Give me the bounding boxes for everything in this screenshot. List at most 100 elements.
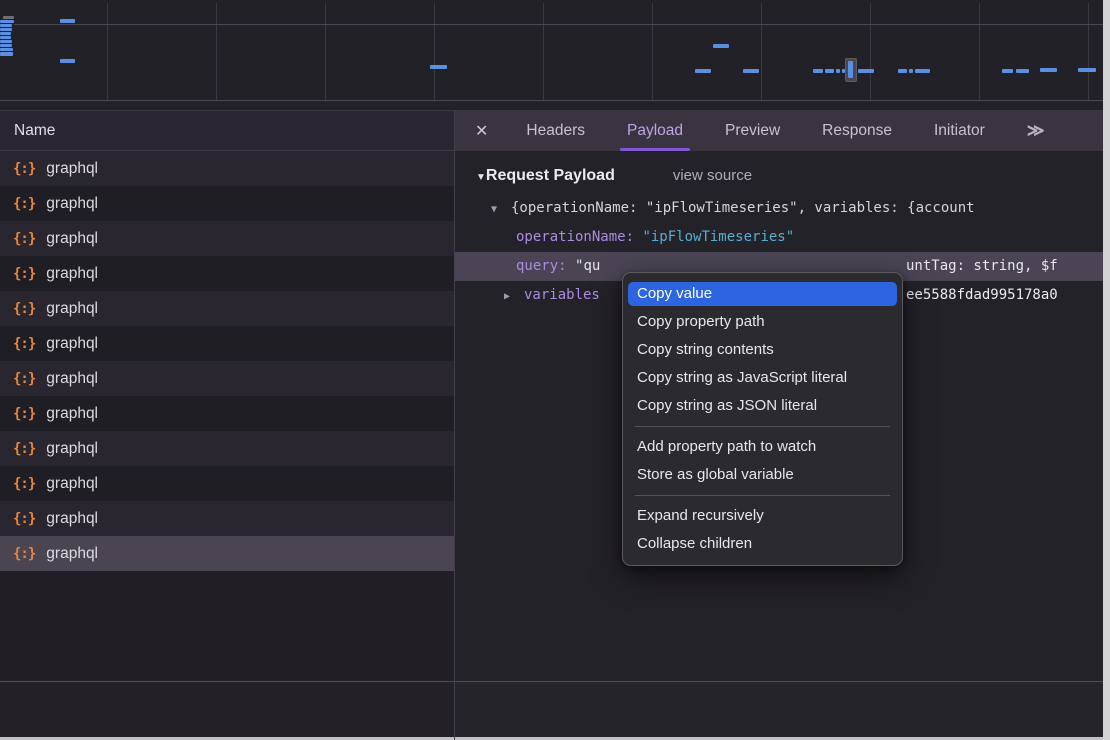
menu-item-collapse-children[interactable]: Collapse children — [623, 530, 902, 558]
request-name: graphql — [46, 230, 98, 248]
json-file-icon: {:} — [13, 371, 35, 387]
json-file-icon: {:} — [13, 301, 35, 317]
request-name: graphql — [46, 440, 98, 458]
timeline-request-bar — [1078, 68, 1096, 72]
property-value-start: "qu — [575, 258, 600, 274]
menu-item-copy-string-as-json-literal[interactable]: Copy string as JSON literal — [623, 392, 902, 420]
network-overview-timeline[interactable] — [0, 0, 1103, 110]
request-row[interactable]: {:}graphql — [0, 151, 454, 186]
tab-payload[interactable]: Payload — [627, 110, 683, 151]
expand-triangle-icon[interactable]: ▶ — [504, 282, 515, 311]
menu-item-copy-string-contents[interactable]: Copy string contents — [623, 336, 902, 364]
json-file-icon: {:} — [13, 336, 35, 352]
request-row[interactable]: {:}graphql — [0, 291, 454, 326]
timeline-request-bar — [1002, 69, 1013, 73]
json-file-icon: {:} — [13, 441, 35, 457]
menu-item-expand-recursively[interactable]: Expand recursively — [623, 502, 902, 530]
timeline-request-bar — [60, 19, 75, 23]
timeline-request-bar — [0, 52, 13, 56]
timeline-request-bar — [0, 20, 14, 23]
timeline-request-bar — [0, 28, 12, 31]
timeline-request-bar — [0, 36, 11, 39]
timeline-request-bar — [713, 44, 729, 48]
tab-response[interactable]: Response — [822, 110, 892, 151]
timeline-request-bar — [0, 44, 12, 47]
menu-separator — [635, 495, 890, 496]
request-name: graphql — [46, 160, 98, 178]
timeline-gridline — [761, 3, 762, 100]
json-file-icon: {:} — [13, 266, 35, 282]
collapse-triangle-icon: ▼ — [476, 172, 486, 183]
timeline-gridline — [1088, 3, 1089, 100]
property-key: query: — [516, 258, 575, 274]
timeline-request-bar — [430, 65, 447, 69]
close-icon[interactable]: ✕ — [475, 121, 488, 141]
menu-item-copy-value[interactable]: Copy value — [628, 282, 897, 306]
view-source-link[interactable]: view source — [673, 167, 752, 184]
tab-initiator[interactable]: Initiator — [934, 110, 985, 151]
timeline-request-bar — [695, 69, 711, 73]
timeline-request-bar — [743, 69, 759, 73]
name-column-header[interactable]: Name — [0, 110, 454, 151]
timeline-request-bar — [1040, 68, 1057, 72]
request-payload-header[interactable]: ▼ Request Payload view source — [476, 167, 1103, 185]
timeline-gridline — [14, 24, 1103, 25]
context-menu: Copy valueCopy property pathCopy string … — [622, 272, 903, 566]
timeline-request-bar — [825, 69, 834, 73]
request-name: graphql — [46, 195, 98, 213]
request-name: graphql — [46, 475, 98, 493]
request-name: graphql — [46, 370, 98, 388]
timeline-gridline — [107, 3, 108, 100]
request-row[interactable]: {:} graphql — [0, 396, 454, 431]
request-row[interactable]: {:} graphql — [0, 326, 454, 361]
tab-headers[interactable]: Headers — [526, 110, 585, 151]
window-right-edge[interactable] — [1103, 0, 1110, 740]
operation-name-row[interactable]: operationName: "ipFlowTimeseries" — [455, 223, 1103, 252]
timeline-request-bar — [915, 69, 930, 73]
more-tabs-icon[interactable]: ≫ — [1027, 121, 1045, 141]
request-row[interactable]: {:}graphql — [0, 536, 454, 571]
request-row[interactable]: {:} graphql — [0, 466, 454, 501]
request-row[interactable]: {:}graphql — [0, 501, 454, 536]
request-row[interactable]: {:} graphql — [0, 361, 454, 396]
details-tab-bar: ✕ Headers Payload Preview Response Initiator… — [455, 110, 1103, 151]
devtools-window: Name {:}graphql{:}graphql{:}graphql{:}gr… — [0, 0, 1110, 740]
menu-item-copy-property-path[interactable]: Copy property path — [623, 308, 902, 336]
timeline-gridline — [543, 3, 544, 100]
timeline-request-bar — [0, 48, 13, 51]
request-row[interactable]: {:} graphql — [0, 256, 454, 291]
menu-item-copy-string-as-javascript-literal[interactable]: Copy string as JavaScript literal — [623, 364, 902, 392]
request-row[interactable]: {:} graphql — [0, 186, 454, 221]
json-file-icon: {:} — [13, 476, 35, 492]
request-row[interactable]: {:} graphql — [0, 431, 454, 466]
menu-item-add-property-path-to-watch[interactable]: Add property path to watch — [623, 433, 902, 461]
timeline-request-bar — [3, 16, 14, 19]
menu-item-store-as-global-variable[interactable]: Store as global variable — [623, 461, 902, 489]
section-title: Request Payload — [486, 167, 615, 185]
timeline-request-bar — [0, 40, 12, 43]
payload-root-row[interactable]: ▼ {operationName: "ipFlowTimeseries", var… — [455, 194, 1103, 223]
timeline-request-bar — [813, 69, 823, 73]
summary-bar-left — [0, 683, 454, 740]
timeline-gridline — [0, 100, 1103, 101]
request-name: graphql — [46, 335, 98, 353]
timeline-gridline — [325, 3, 326, 100]
request-name: graphql — [46, 265, 98, 283]
timeline-request-bar — [836, 69, 840, 73]
timeline-request-bar — [0, 24, 12, 27]
request-list: {:} graphql {:} graphql {:} graphql {:} graphql… — [0, 151, 454, 571]
tab-preview[interactable]: Preview — [725, 110, 780, 151]
property-value-end: untTag: string, $f — [906, 252, 1058, 281]
timeline-request-bar — [909, 69, 913, 73]
timeline-request-bar — [1016, 69, 1029, 73]
json-file-icon: {:} — [13, 546, 35, 562]
collapse-triangle-icon[interactable]: ▼ — [491, 195, 502, 224]
panel-divider[interactable] — [454, 110, 455, 740]
timeline-request-bar — [898, 69, 907, 73]
json-file-icon: {:} — [13, 406, 35, 422]
json-file-icon: {:} — [13, 231, 35, 247]
json-file-icon: {:} — [13, 196, 35, 212]
request-row[interactable]: {:} graphql — [0, 221, 454, 256]
request-name: graphql — [46, 405, 98, 423]
payload-root-preview: {operationName: "ipFlowTimeseries", vari… — [511, 200, 975, 216]
